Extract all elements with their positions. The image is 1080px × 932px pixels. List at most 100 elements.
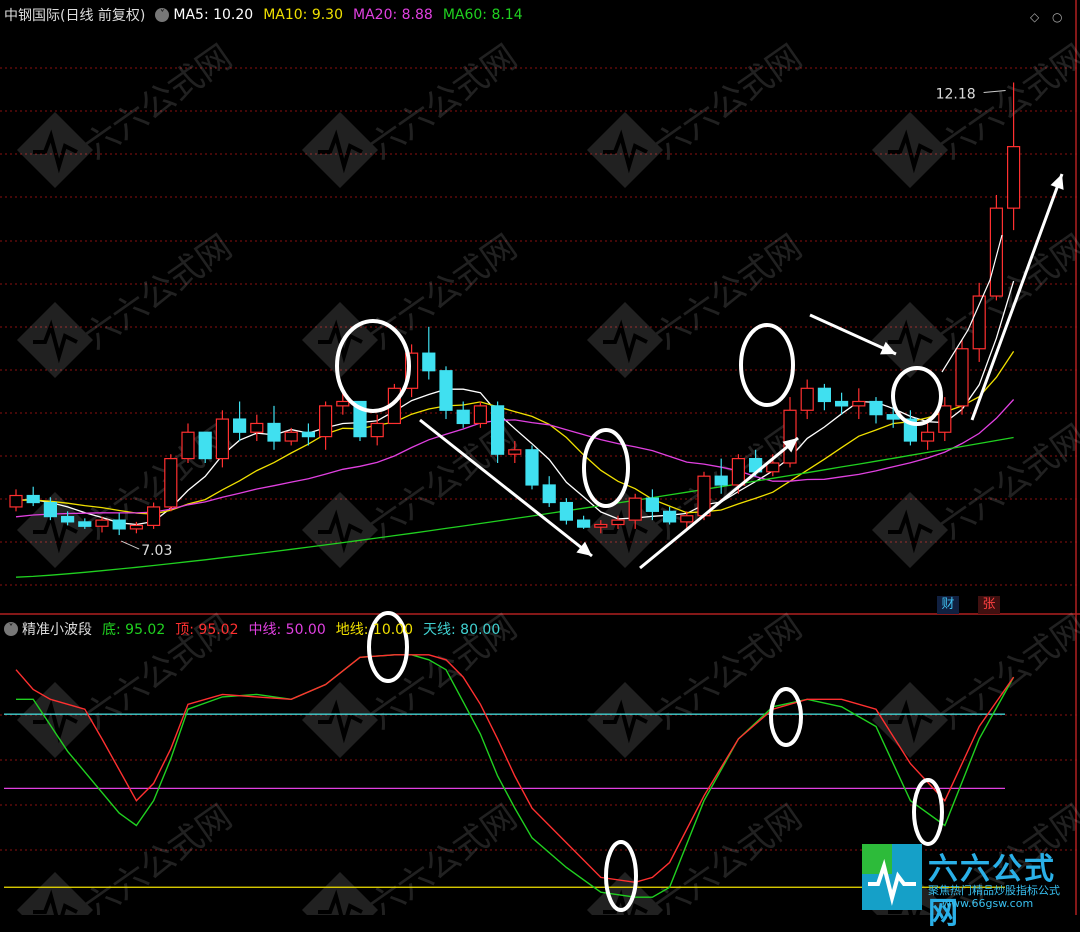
ma60-label: MA60: 8.14 [442,7,523,23]
site-logo: 六六公式网 聚焦热门精品炒股指标公式 www.66gsw.com [862,842,1078,931]
stock-name: 中钢国际 [4,8,60,24]
watermark-tile: 六六公式网 [17,797,239,915]
upper-header: 中钢国际 (日线 前复权) ˅ MA5: 10.20 MA10: 9.30 MA… [4,4,533,26]
ma5-label: MA5: 10.20 [173,7,254,23]
diamond-icon[interactable]: ◇ [1030,10,1039,24]
candle-body-up [731,458,746,486]
candle-body-down [439,370,453,411]
candle-body-down [78,521,92,527]
candle-body-down [301,431,315,438]
chevron-down-icon[interactable]: ˅ [155,8,170,22]
candle [955,339,969,415]
tianxian-label: 天线: 80.00 [423,622,501,638]
candle-body-down [491,405,505,455]
low-label: 7.03 [141,543,172,559]
candle [525,445,539,490]
watermark-tile: 六六公式网 [872,37,1080,188]
candle-body-down [26,494,40,504]
candle-body-up [800,387,814,411]
candle [559,498,574,525]
candle-body-up [164,458,178,508]
annotations: 7.03 12.18 [120,86,1064,912]
candle [198,431,212,463]
candle-body-down [869,400,883,416]
candle [920,423,935,450]
watermark-text: 六六公式网 [647,797,809,915]
watermark-text: 六六公式网 [932,417,1080,547]
highlight-ellipse [912,778,944,846]
candle-body-up [766,462,780,473]
candle [26,486,40,507]
candle [370,414,384,446]
candle [147,502,161,529]
candle-body-down [422,352,436,372]
candle-body-up [955,348,969,407]
candle-body-up [697,475,711,517]
watermark-text: 六六公式网 [647,607,809,737]
candle-body-up [989,207,1004,297]
candle [817,383,832,411]
candle [267,405,281,450]
candle-body-up [181,431,195,460]
candle-body-down [559,501,574,521]
watermark-tile: 六六公式网 [17,227,239,378]
candle [869,397,883,424]
candle [181,423,195,463]
watermark-tile: 六六公式网 [587,227,809,378]
ding-label: 顶: 95.02 [175,622,239,638]
logo-icon [862,844,922,910]
candle-body-down [233,418,247,433]
candle-body-down [714,475,728,486]
cai-badge[interactable]: 财 [937,596,959,614]
watermark-text: 六六公式网 [362,797,524,915]
candle-body-up [336,400,350,407]
candle [903,410,918,446]
candle-body-down [43,501,58,518]
candle [542,476,556,507]
candle-body-up [920,431,935,442]
candle-body-down [662,510,677,523]
watermark-text: 六六公式网 [77,37,239,167]
highlight-ellipse [891,366,943,426]
candle [852,388,866,420]
chart-stage: 六六公式网 六六公式网 六六公式网 六六公式网六六公式网 六六公式网 六六公式网 六六公式网… [0,0,1080,915]
candle [319,401,333,450]
watermark-tile: 六六公式网 [302,37,524,188]
watermark-tile: 六六公式网 [302,797,524,915]
watermark-text: 六六公式网 [647,37,809,167]
di-label: 底: 95.02 [102,622,166,638]
watermark-tile: 六六公式网 [17,37,239,188]
candle-body-up [852,400,866,407]
candle-body-down [267,422,281,442]
candle [422,326,436,380]
candle [491,401,505,463]
candle-body-up [783,409,797,464]
candle-body-up [147,506,161,526]
candle [9,489,23,512]
candle [164,454,178,512]
candle-body-up [370,422,384,438]
candle [233,401,247,442]
candle-body-down [198,431,212,460]
watermark-text: 六六公式网 [362,37,524,167]
indicator-name: 精准小波段 [22,622,92,638]
candle-body-down [834,400,849,407]
highlight-ellipse [739,323,795,407]
candle-body-down [525,449,539,486]
highlight-ellipse [769,687,803,747]
chevron-down-icon[interactable]: ˅ [4,622,18,636]
candle [215,410,229,468]
candle-body-up [473,405,487,425]
candle [473,401,487,428]
watermark-text: 六六公式网 [362,227,524,357]
candle-body-down [542,484,556,504]
candle-body-up [129,524,143,530]
candle-body-up [611,519,625,526]
zhang-badge[interactable]: 张 [978,596,1000,614]
candle-body-up [284,431,298,442]
circle-icon[interactable]: ○ [1052,10,1062,24]
candle [783,397,797,468]
candle-body-up [1006,146,1021,209]
zhongxian-label: 中线: 50.00 [248,622,326,638]
candle-body-up [319,405,333,438]
